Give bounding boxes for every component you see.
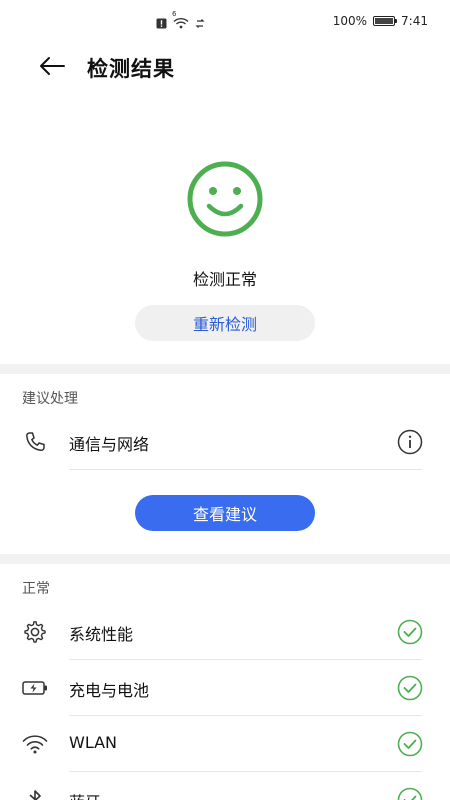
check-circle-icon [397, 675, 423, 701]
result-status-text: 检测正常 [192, 270, 257, 289]
status-right: 100% 7:41 [333, 14, 428, 28]
check-circle-icon [397, 731, 423, 757]
back-button[interactable] [36, 52, 68, 80]
page-title: 检测结果 [87, 57, 175, 81]
wifi-icon: 6 [172, 10, 189, 33]
normal-item-system-performance[interactable]: 系统性能 [0, 604, 450, 660]
normal-item-wlan[interactable]: WLAN [0, 716, 450, 772]
recheck-button[interactable]: 重新检测 [135, 305, 315, 341]
wifi-icon [22, 732, 48, 756]
status-center-icons: 6 [156, 10, 205, 33]
sync-icon [195, 14, 205, 33]
alert-icon [156, 14, 167, 33]
normal-item-label: WLAN [69, 733, 118, 752]
battery-percent: 100% [332, 14, 368, 28]
app-bar: 检测结果 [0, 44, 450, 88]
normal-item-label: 充电与电池 [69, 681, 150, 700]
normal-item-label: 系统性能 [69, 625, 134, 644]
normal-item-bluetooth[interactable]: 蓝牙 [0, 772, 450, 800]
phone-icon [22, 430, 48, 454]
bluetooth-icon [22, 788, 48, 800]
info-icon[interactable] [397, 429, 423, 455]
check-circle-icon [397, 619, 423, 645]
suggestion-item-network[interactable]: 通信与网络 [0, 414, 450, 470]
status-bar: 6 100% 7:41 [0, 0, 450, 44]
clock: 7:41 [401, 14, 428, 28]
suggestion-item-label: 通信与网络 [69, 435, 150, 454]
arrow-left-icon [40, 57, 65, 75]
battery-icon [373, 16, 398, 26]
gear-icon [22, 620, 48, 644]
battery-charging-icon [22, 676, 48, 700]
battery-level [375, 18, 394, 24]
section-divider [0, 554, 450, 564]
suggestions-header: 建议处理 [22, 391, 78, 407]
normal-item-charging-battery[interactable]: 充电与电池 [0, 660, 450, 716]
check-circle-icon [397, 787, 423, 800]
normal-item-label: 蓝牙 [69, 789, 101, 800]
section-divider [0, 364, 450, 374]
normal-header: 正常 [22, 581, 50, 597]
network-indicator: 6 [172, 10, 177, 18]
view-suggestions-button[interactable]: 查看建议 [135, 495, 315, 531]
row-separator [69, 469, 422, 470]
smiley-icon [187, 161, 263, 237]
